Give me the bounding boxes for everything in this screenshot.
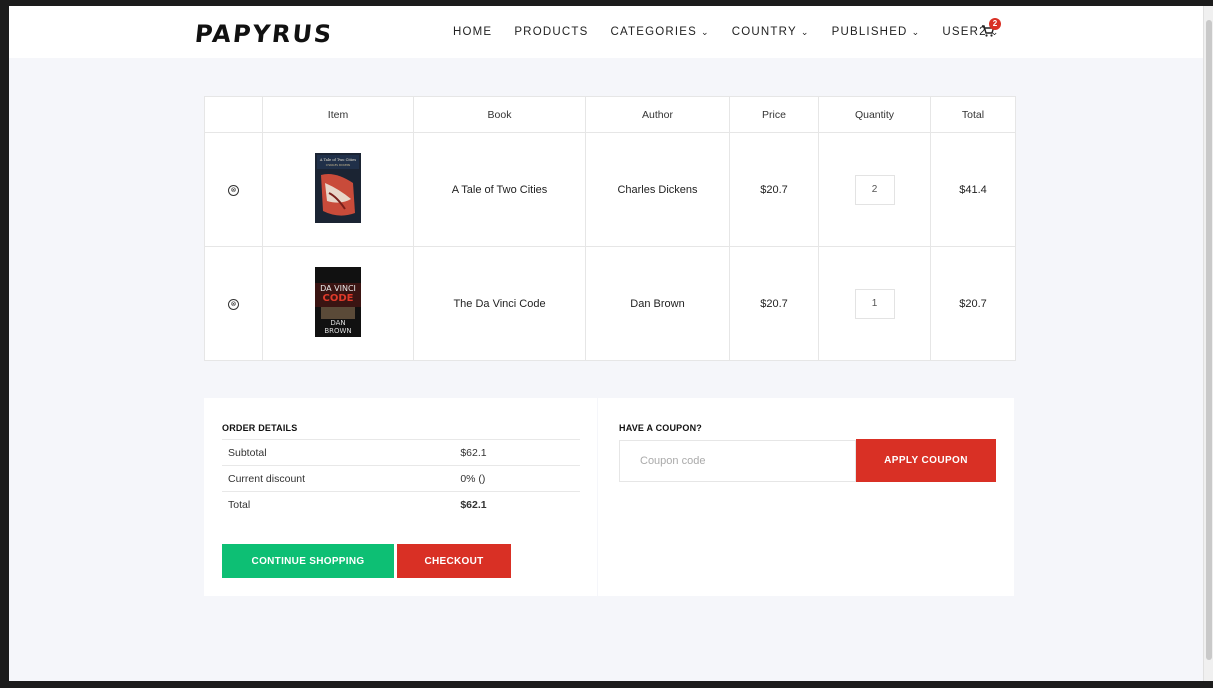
remove-item-icon[interactable]: ⊗ (228, 185, 239, 196)
column-header: Quantity (818, 96, 931, 133)
book-cover-image[interactable]: DA VINCI CODE DAN BROWN (315, 267, 361, 337)
subtotal-label: Subtotal (222, 439, 381, 466)
discount-value: 0% () (380, 465, 580, 492)
cover-author-2: BROWN (324, 327, 351, 335)
nav-item-published[interactable]: PUBLISHED ⌄ (832, 26, 921, 38)
quantity-cell (818, 246, 931, 361)
item-price: $20.7 (729, 246, 819, 361)
quantity-cell (818, 132, 931, 247)
nav-label: PRODUCTS (514, 26, 589, 38)
nav-item-products[interactable]: PRODUCTS (514, 26, 588, 38)
continue-shopping-button[interactable]: CONTINUE SHOPPING (222, 544, 394, 578)
quantity-input[interactable] (854, 174, 895, 205)
order-details-panel: ORDER DETAILS Subtotal $62.1 Current dis… (204, 398, 597, 596)
scrollbar-thumb[interactable] (1206, 20, 1212, 660)
column-header: Book (413, 96, 586, 133)
table-row: ⊗ DA VINCI CODE DAN BROWN The Da Vinci C… (204, 246, 1016, 361)
book-author: Charles Dickens (585, 132, 730, 247)
cart-table: Item Book Author Price Quantity Total ⊗ … (204, 96, 1016, 361)
column-header: Author (585, 96, 730, 133)
cover-title: A Tale of Two Cities (319, 158, 356, 162)
book-cover-image[interactable]: A Tale of Two Cities CHARLES DICKENS (315, 153, 361, 223)
checkout-button[interactable]: CHECKOUT (397, 544, 511, 578)
apply-coupon-button[interactable]: APPLY COUPON (856, 439, 996, 482)
total-label: Total (222, 491, 381, 517)
discount-label: Current discount (222, 465, 381, 492)
book-author: Dan Brown (585, 246, 730, 361)
remove-cell: ⊗ (204, 246, 263, 361)
column-header: Price (729, 96, 819, 133)
book-title: The Da Vinci Code (413, 246, 586, 361)
quantity-input[interactable] (854, 288, 895, 319)
nav-label: PUBLISHED (831, 26, 908, 38)
nav-item-home[interactable]: HOME (453, 26, 492, 38)
scrollbar[interactable] (1203, 6, 1213, 681)
cart-count-badge: 2 (989, 18, 1001, 30)
column-header: Total (930, 96, 1016, 133)
chevron-down-icon: ⌄ (701, 27, 710, 37)
taskbar-strip (0, 681, 1213, 688)
total-value: $62.1 (380, 491, 580, 517)
nav-item-country[interactable]: COUNTRY ⌄ (732, 26, 810, 38)
item-cell: DA VINCI CODE DAN BROWN (262, 246, 414, 361)
cover-author: DAN (330, 319, 345, 327)
site-logo[interactable]: PAPYRUS (194, 20, 335, 48)
cover-title: DA VINCI (320, 284, 356, 293)
item-total: $20.7 (930, 246, 1016, 361)
remove-item-icon[interactable]: ⊗ (228, 299, 239, 310)
chevron-down-icon: ⌄ (911, 27, 921, 37)
summary-row-subtotal: Subtotal $62.1 (222, 439, 580, 466)
coupon-title: HAVE A COUPON? (619, 423, 702, 433)
cart-button[interactable]: 2 (981, 18, 1003, 42)
table-row: ⊗ A Tale of Two Cities CHARLES DICKENS A… (204, 132, 1016, 247)
nav-label: COUNTRY (731, 26, 797, 38)
nav-item-categories[interactable]: CATEGORIES ⌄ (610, 26, 709, 38)
subtotal-value: $62.1 (380, 439, 580, 466)
remove-cell: ⊗ (204, 132, 263, 247)
nav-label: CATEGORIES (610, 26, 698, 38)
item-total: $41.4 (930, 132, 1016, 247)
order-summary-table: Subtotal $62.1 Current discount 0% () To… (222, 439, 580, 517)
table-header-row: Item Book Author Price Quantity Total (204, 96, 1016, 133)
item-price: $20.7 (729, 132, 819, 247)
chevron-down-icon: ⌄ (800, 27, 810, 37)
item-cell: A Tale of Two Cities CHARLES DICKENS (262, 132, 414, 247)
order-details-title: ORDER DETAILS (222, 423, 298, 433)
column-header (204, 96, 263, 133)
cover-author: CHARLES DICKENS (326, 163, 351, 167)
summary-row-discount: Current discount 0% () (222, 465, 580, 492)
nav-label: HOME (453, 26, 493, 38)
book-title: A Tale of Two Cities (413, 132, 586, 247)
cover-title-2: CODE (323, 293, 354, 304)
summary-row-total: Total $62.1 (222, 491, 580, 517)
site-header: PAPYRUS HOME PRODUCTS CATEGORIES ⌄ COUNTR… (9, 6, 1203, 58)
coupon-code-input[interactable] (619, 440, 856, 482)
coupon-panel: HAVE A COUPON? APPLY COUPON (598, 398, 1014, 596)
column-header: Item (262, 96, 414, 133)
main-nav: HOME PRODUCTS CATEGORIES ⌄ COUNTRY ⌄ PUBLI… (453, 26, 1021, 38)
